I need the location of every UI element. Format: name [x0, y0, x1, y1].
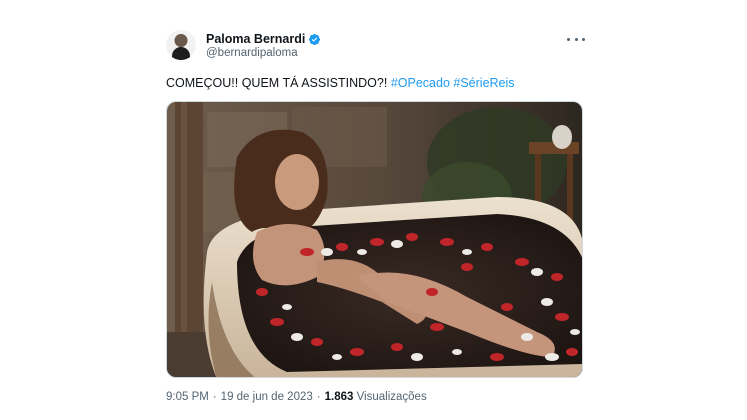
- tweet-media-photo[interactable]: [166, 101, 583, 378]
- views-label: Visualizações: [356, 391, 427, 403]
- photo-bathtub-rose-petals-icon: [167, 102, 582, 377]
- more-dot: [567, 37, 570, 41]
- more-dot: [582, 37, 585, 41]
- author-handle[interactable]: @bernardipaloma: [206, 47, 298, 59]
- tweet-date[interactable]: 19 de jun de 2023: [221, 391, 313, 403]
- verified-badge-icon[interactable]: [308, 33, 321, 46]
- hashtag-link-seriereis[interactable]: #SérieReis: [453, 76, 514, 90]
- tweet-time[interactable]: 9:05 PM: [166, 391, 209, 403]
- meta-separator: ·: [316, 391, 321, 403]
- tweet-meta: 9:05 PM · 19 de jun de 2023 · 1.863 Visualiz…: [166, 391, 427, 403]
- more-options-icon[interactable]: [567, 34, 585, 44]
- meta-separator: ·: [212, 391, 217, 403]
- more-dot: [574, 37, 578, 41]
- author-avatar[interactable]: [166, 30, 196, 60]
- tweet-text-main: COMEÇOU!! QUEM TÁ ASSISTINDO?!: [166, 76, 388, 90]
- author-display-name[interactable]: Paloma Bernardi: [206, 32, 305, 46]
- hashtag-link-opecado[interactable]: #OPecado: [391, 76, 450, 90]
- views-count: 1.863: [324, 391, 354, 403]
- tweet-card: Paloma Bernardi @bernardipaloma COMEÇOU!…: [0, 0, 747, 420]
- tweet-text: COMEÇOU!! QUEM TÁ ASSISTINDO?! #OPecado …: [166, 76, 515, 90]
- author-name-row: Paloma Bernardi: [206, 30, 321, 48]
